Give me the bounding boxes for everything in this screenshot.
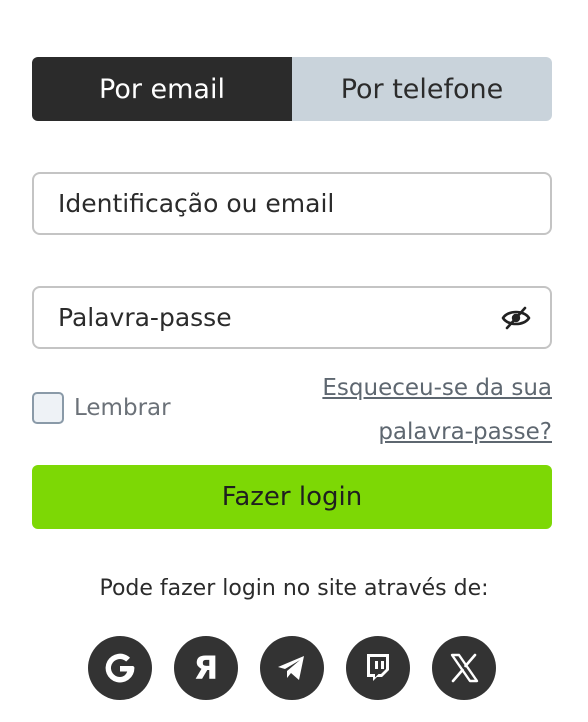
- remember-checkbox[interactable]: [32, 392, 64, 424]
- google-icon: [105, 653, 135, 683]
- username-input[interactable]: [58, 189, 526, 218]
- tab-email[interactable]: Por email: [32, 57, 292, 121]
- toggle-password-visibility-icon[interactable]: [500, 305, 532, 331]
- social-login-buttons: Я: [88, 636, 496, 700]
- remember-me[interactable]: Lembrar: [32, 392, 171, 424]
- telegram-icon: [278, 656, 304, 680]
- username-field: [32, 172, 552, 235]
- yandex-login-button[interactable]: Я: [174, 636, 238, 700]
- yandex-icon: Я: [194, 649, 219, 687]
- twitch-icon: [367, 654, 389, 681]
- password-field: [32, 286, 552, 349]
- telegram-login-button[interactable]: [260, 636, 324, 700]
- google-login-button[interactable]: [88, 636, 152, 700]
- tab-phone[interactable]: Por telefone: [292, 57, 552, 121]
- x-icon: [450, 653, 479, 683]
- forgot-password-link[interactable]: Esqueceu-se da sua palavra-passe?: [222, 366, 552, 454]
- svg-text:Я: Я: [194, 649, 219, 687]
- login-method-tabs: Por email Por telefone: [32, 57, 552, 121]
- password-input[interactable]: [58, 303, 494, 332]
- remember-label: Lembrar: [74, 395, 171, 421]
- twitch-login-button[interactable]: [346, 636, 410, 700]
- social-login-caption: Pode fazer login no site através de:: [99, 576, 489, 601]
- login-button[interactable]: Fazer login: [32, 465, 552, 529]
- x-login-button[interactable]: [432, 636, 496, 700]
